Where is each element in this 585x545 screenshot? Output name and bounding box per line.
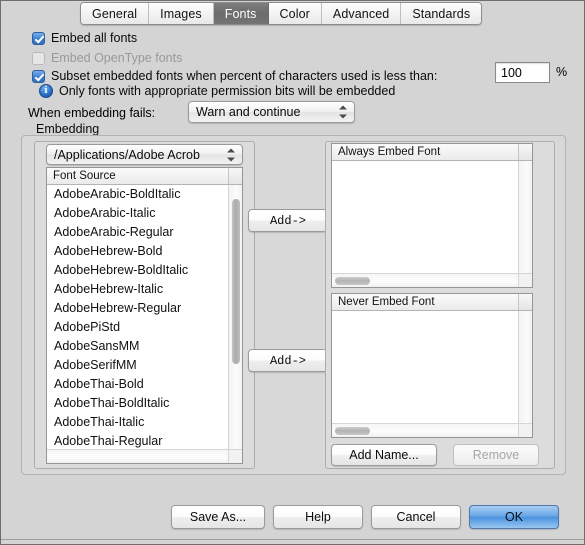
subset-percent-value: 100 xyxy=(501,65,522,80)
tab-general[interactable]: General xyxy=(81,3,150,24)
scrollbar-thumb[interactable] xyxy=(335,427,370,435)
tab-images[interactable]: Images xyxy=(149,3,214,24)
always-embed-vertical-scrollbar[interactable] xyxy=(518,161,532,273)
list-item[interactable]: AdobeArabic-Italic xyxy=(47,204,242,223)
subset-label: Subset embedded fonts when percent of ch… xyxy=(51,69,438,83)
updown-arrows-icon xyxy=(339,105,347,120)
bottom-divider xyxy=(1,539,584,540)
ok-button[interactable]: OK xyxy=(469,505,559,529)
font-source-horizontal-scrollbar[interactable] xyxy=(47,449,228,463)
list-item[interactable]: AdobeHebrew-Regular xyxy=(47,299,242,318)
tab-bar: General Images Fonts Color Advanced Stan… xyxy=(80,2,483,25)
tab-advanced[interactable]: Advanced xyxy=(321,3,402,24)
never-embed-list-header: Never Embed Font xyxy=(332,294,532,311)
add-to-always-embed-button[interactable]: Add-> xyxy=(248,209,328,232)
font-source-vertical-scrollbar[interactable] xyxy=(228,185,242,449)
list-item[interactable]: AdobeArabic-BoldItalic xyxy=(47,185,242,204)
never-embed-column-label: Never Embed Font xyxy=(338,296,435,308)
list-item[interactable]: AdobeHebrew-Bold xyxy=(47,242,242,261)
subset-checkbox[interactable] xyxy=(32,69,45,83)
help-button[interactable]: Help xyxy=(273,505,363,529)
cancel-button[interactable]: Cancel xyxy=(371,505,461,529)
scrollbar-thumb[interactable] xyxy=(232,199,240,364)
list-item[interactable]: AdobeSansMM xyxy=(47,337,242,356)
save-as-button[interactable]: Save As... xyxy=(171,505,265,529)
add-name-button[interactable]: Add Name... xyxy=(331,444,437,466)
tab-color[interactable]: Color xyxy=(268,3,322,24)
embedding-fails-label: When embedding fails: xyxy=(28,106,156,120)
list-item[interactable]: AdobePiStd xyxy=(47,318,242,337)
list-item[interactable]: AdobeThai-BoldItalic xyxy=(47,394,242,413)
add-to-never-embed-button[interactable]: Add-> xyxy=(248,349,328,372)
embed-all-fonts-checkbox[interactable] xyxy=(32,31,45,45)
never-embed-vertical-scrollbar[interactable] xyxy=(518,311,532,423)
never-embed-font-list[interactable]: Never Embed Font xyxy=(331,293,533,438)
always-embed-column-label: Always Embed Font xyxy=(338,146,441,158)
remove-button: Remove xyxy=(453,444,539,466)
info-icon: i xyxy=(39,84,53,98)
scrollbar-corner xyxy=(518,423,532,437)
scrollbar-corner xyxy=(518,273,532,287)
embed-all-fonts-label: Embed all fonts xyxy=(51,31,138,45)
embed-opentype-checkbox xyxy=(32,51,45,65)
embedding-fails-value: Warn and continue xyxy=(196,105,301,119)
always-embed-horizontal-scrollbar[interactable] xyxy=(332,273,518,287)
tab-fonts[interactable]: Fonts xyxy=(213,3,269,24)
tab-standards[interactable]: Standards xyxy=(401,3,482,24)
list-item[interactable]: AdobeThai-Italic xyxy=(47,413,242,432)
list-item[interactable]: AdobeArabic-Regular xyxy=(47,223,242,242)
always-embed-font-list[interactable]: Always Embed Font xyxy=(331,143,533,288)
embedding-fails-select[interactable]: Warn and continue xyxy=(188,101,355,123)
font-source-column-label: Font Source xyxy=(53,170,116,182)
font-source-location-value: /Applications/Adobe Acrob xyxy=(54,147,200,162)
never-embed-list-body xyxy=(332,311,532,423)
always-embed-list-body xyxy=(332,161,532,273)
always-embed-list-header: Always Embed Font xyxy=(332,144,532,161)
permission-note-text: Only fonts with appropriate permission b… xyxy=(59,84,396,98)
list-item[interactable]: AdobeThai-Regular xyxy=(47,432,242,449)
subset-percent-input[interactable]: 100 xyxy=(495,62,550,83)
embedding-group-title: Embedding xyxy=(36,122,100,136)
preset-settings-dialog: General Images Fonts Color Advanced Stan… xyxy=(0,0,585,545)
list-item[interactable]: AdobeSerifMM xyxy=(47,356,242,375)
scrollbar-corner xyxy=(228,449,242,463)
font-source-location-select[interactable]: /Applications/Adobe Acrob xyxy=(46,144,243,165)
embed-opentype-label: Embed OpenType fonts xyxy=(51,51,183,65)
permission-note-row: i Only fonts with appropriate permission… xyxy=(39,84,395,98)
scrollbar-thumb[interactable] xyxy=(335,277,370,285)
header-corner xyxy=(228,168,242,184)
never-embed-horizontal-scrollbar[interactable] xyxy=(332,423,518,437)
header-corner xyxy=(518,294,532,310)
list-item[interactable]: AdobeHebrew-BoldItalic xyxy=(47,261,242,280)
header-corner xyxy=(518,144,532,160)
font-source-list-body: AdobeArabic-BoldItalic AdobeArabic-Itali… xyxy=(47,185,242,449)
embed-all-fonts-row[interactable]: Embed all fonts xyxy=(32,31,137,45)
embed-opentype-row: Embed OpenType fonts xyxy=(32,51,182,65)
font-source-list[interactable]: Font Source AdobeArabic-BoldItalic Adobe… xyxy=(46,167,243,464)
updown-arrows-icon xyxy=(227,147,235,162)
list-item[interactable]: AdobeHebrew-Italic xyxy=(47,280,242,299)
font-source-list-header: Font Source xyxy=(47,168,242,185)
subset-row[interactable]: Subset embedded fonts when percent of ch… xyxy=(32,69,437,83)
list-item[interactable]: AdobeThai-Bold xyxy=(47,375,242,394)
percent-symbol: % xyxy=(556,65,568,79)
